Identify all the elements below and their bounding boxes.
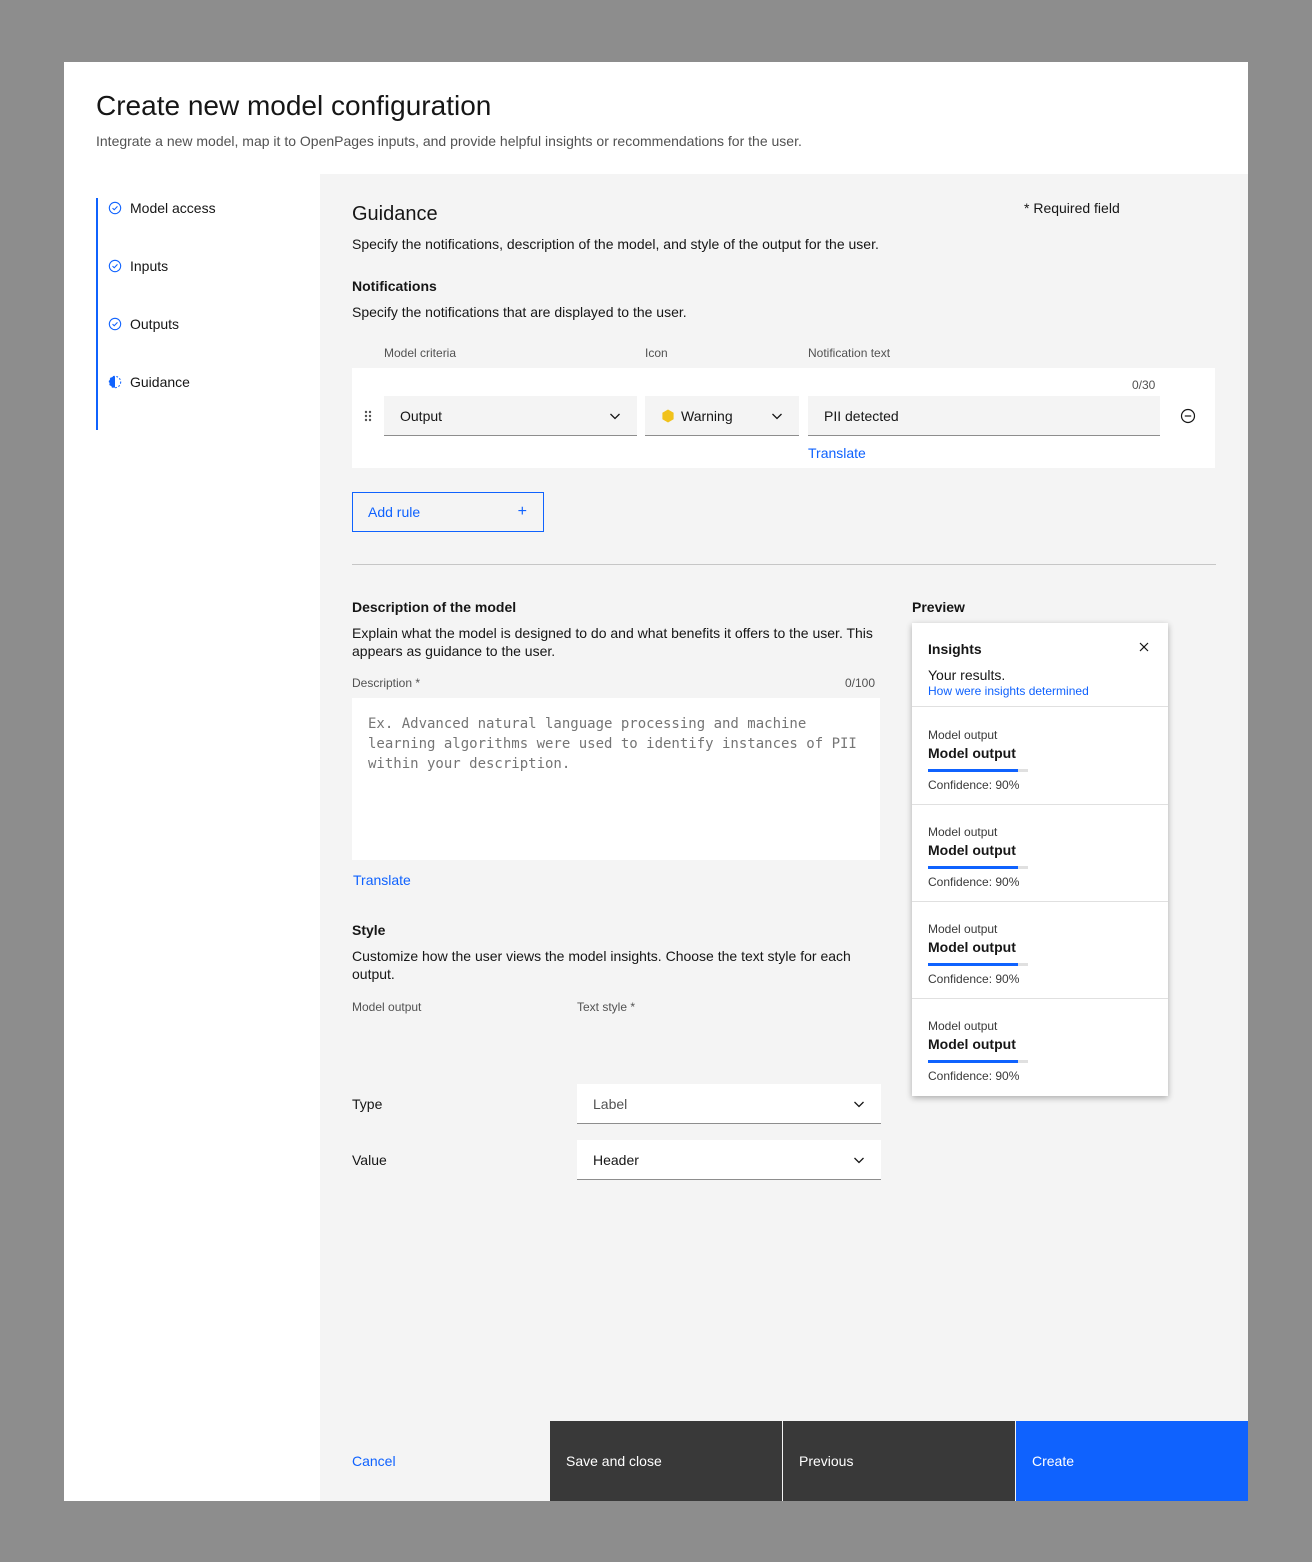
modal-header: Create new model configuration Integrate… (64, 62, 1248, 174)
input-value: PII detected (824, 407, 899, 424)
insights-info-link[interactable]: How were insights determined (928, 684, 1089, 698)
step-label: Outputs (130, 316, 180, 332)
style-row-type-label: Type (352, 1096, 383, 1112)
modal-footer: Cancel Save and close Previous Create (320, 1421, 1248, 1501)
previous-button[interactable]: Previous (783, 1421, 1015, 1501)
select-value: Header (593, 1151, 639, 1168)
checkmark-outline-icon (108, 259, 122, 273)
button-label: Add rule (368, 504, 421, 520)
add-icon: + (517, 503, 527, 520)
select-value: Label (593, 1095, 628, 1112)
confidence-bar (928, 1060, 1028, 1063)
main-content: Guidance * Required field Specify the no… (320, 174, 1248, 1501)
create-button[interactable]: Create (1016, 1421, 1248, 1501)
column-model-output: Model output (352, 1000, 422, 1014)
modal-title: Create new model configuration (96, 90, 492, 121)
drag-handle-icon[interactable] (363, 409, 373, 423)
confidence-bar (928, 963, 1028, 966)
step-outputs[interactable]: Outputs (108, 316, 179, 332)
insight-label: Model output (928, 825, 998, 839)
insight-label: Model output (928, 1019, 998, 1033)
style-heading: Style (352, 922, 386, 938)
model-criteria-select[interactable]: Output (384, 396, 637, 436)
progress-stepper: Model access Inputs Outputs Guidance (96, 198, 296, 430)
preview-results-text: Your results. (928, 667, 1006, 683)
insights-preview-panel: Insights Your results. How were insights… (912, 623, 1168, 1096)
insight-card: Model output Model output Confidence: 90… (912, 708, 1168, 805)
insight-card: Model output Model output Confidence: 90… (912, 999, 1168, 1096)
warning-hexagon-icon (662, 409, 674, 422)
subtract-circle-icon[interactable] (1180, 408, 1196, 424)
step-label: Model access (130, 200, 216, 216)
icon-select[interactable]: Warning (645, 396, 799, 436)
description-translate-link[interactable]: Translate (353, 872, 411, 888)
step-model-access[interactable]: Model access (108, 200, 216, 216)
section-divider (352, 564, 1216, 565)
required-field-note: * Required field (1024, 200, 1120, 216)
confidence-text: Confidence: 90% (928, 875, 1020, 889)
description-help-text: Explain what the model is designed to do… (352, 625, 873, 659)
description-textarea[interactable] (352, 698, 880, 860)
column-text-style: Text style * (577, 1000, 636, 1014)
chevron-down-icon (772, 413, 782, 420)
confidence-text: Confidence: 90% (928, 972, 1020, 986)
confidence-bar-fill (928, 1060, 1018, 1063)
text-style-select-type[interactable]: Label (577, 1084, 881, 1124)
add-rule-button[interactable]: Add rule + (352, 492, 544, 532)
insight-card: Model output Model output Confidence: 90… (912, 902, 1168, 999)
step-label: Inputs (130, 258, 169, 274)
column-notification-text: Notification text (808, 346, 891, 360)
modal-subtitle: Integrate a new model, map it to OpenPag… (96, 133, 802, 149)
insight-value: Model output (928, 745, 1016, 761)
step-guidance[interactable]: Guidance (108, 374, 190, 390)
save-and-close-button[interactable]: Save and close (550, 1421, 782, 1501)
style-help-text: Customize how the user views the model i… (352, 948, 851, 982)
chevron-down-icon (610, 413, 620, 420)
cancel-button[interactable]: Cancel (336, 1421, 550, 1501)
insight-value: Model output (928, 842, 1016, 858)
confidence-bar-fill (928, 866, 1018, 869)
notification-rule-row: 0/30 Output Warning PII detected Transla… (352, 368, 1215, 468)
notification-translate-link[interactable]: Translate (808, 445, 866, 461)
section-title: Guidance (352, 203, 438, 225)
checkmark-outline-icon (108, 317, 122, 331)
select-value: Warning (681, 407, 733, 424)
confidence-bar-fill (928, 963, 1018, 966)
description-field-label: Description * (352, 676, 421, 690)
style-row-value-label: Value (352, 1152, 387, 1168)
chevron-down-icon (854, 1157, 864, 1164)
notifications-description: Specify the notifications that are displ… (352, 304, 687, 320)
section-description: Specify the notifications, description o… (352, 236, 879, 252)
checkmark-outline-icon (108, 201, 122, 215)
column-icon: Icon (645, 346, 668, 360)
confidence-bar (928, 769, 1028, 772)
insight-label: Model output (928, 728, 998, 742)
select-value: Output (400, 407, 443, 424)
confidence-text: Confidence: 90% (928, 778, 1020, 792)
description-counter: 0/100 (845, 676, 876, 690)
insight-value: Model output (928, 1036, 1016, 1052)
confidence-bar (928, 866, 1028, 869)
preview-title: Insights (928, 641, 982, 657)
insight-card: Model output Model output Confidence: 90… (912, 805, 1168, 902)
insight-value: Model output (928, 939, 1016, 955)
incomplete-circle-icon (108, 375, 122, 389)
insight-label: Model output (928, 922, 998, 936)
step-inputs[interactable]: Inputs (108, 258, 168, 274)
preview-heading: Preview (912, 599, 965, 615)
notifications-heading: Notifications (352, 278, 437, 294)
notification-text-counter: 0/30 (1132, 378, 1156, 392)
description-heading: Description of the model (352, 599, 517, 615)
step-label: Guidance (130, 374, 190, 390)
chevron-down-icon (854, 1101, 864, 1108)
notification-text-input[interactable]: PII detected (808, 396, 1160, 436)
column-model-criteria: Model criteria (384, 346, 457, 360)
confidence-text: Confidence: 90% (928, 1069, 1020, 1083)
preview-header: Insights Your results. How were insights… (912, 623, 1168, 707)
confidence-bar-fill (928, 769, 1018, 772)
text-style-select-value[interactable]: Header (577, 1140, 881, 1180)
modal: Create new model configuration Integrate… (64, 62, 1248, 1501)
close-icon[interactable] (1139, 642, 1149, 652)
